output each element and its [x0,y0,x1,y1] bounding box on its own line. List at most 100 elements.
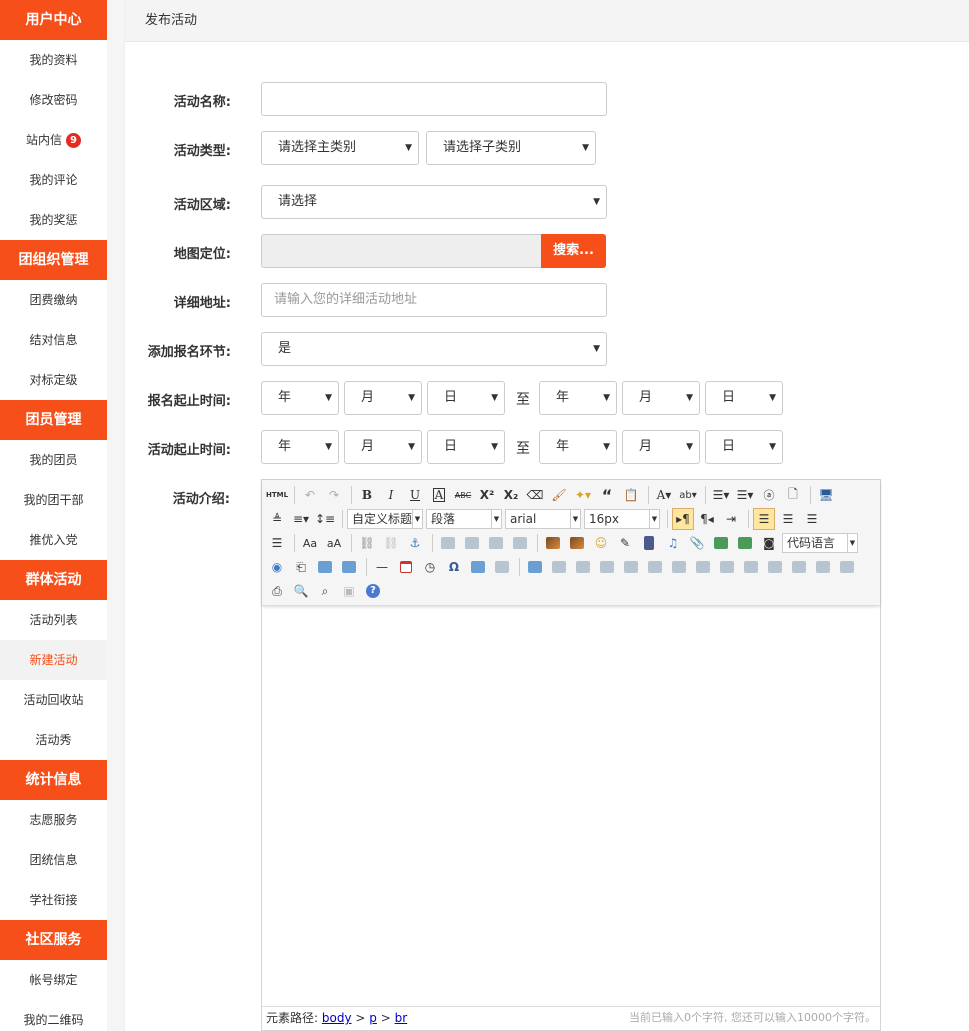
sidebar-item[interactable]: 学社衔接 [0,880,107,920]
path-br-link[interactable]: br [395,1011,408,1025]
insert-frame-icon[interactable]: ◙ [758,532,780,554]
activity-start-year-select[interactable]: 年 ▼ [261,430,339,464]
signup-start-year-select[interactable]: 年 ▼ [261,381,339,415]
select-all-icon[interactable]: ⓐ [758,484,780,506]
image-right-icon[interactable] [485,532,507,554]
link-icon[interactable]: ⛓ [356,532,378,554]
align-right-icon[interactable]: ☰ [801,508,823,530]
font-border-icon[interactable]: A [428,484,450,506]
ltr-icon[interactable]: ▸¶ [672,508,694,530]
auto-format-icon[interactable]: ✦▾ [572,484,594,506]
to-uppercase-icon[interactable]: Aa [299,532,321,554]
justify-icon[interactable]: ☰ [266,532,288,554]
row-spacing-top-icon[interactable]: ≜ [266,508,288,530]
sidebar-item[interactable]: 我的团干部 [0,480,107,520]
subscript-icon[interactable]: X₂ [500,484,522,506]
map-location-input[interactable] [261,234,543,268]
image-none-icon[interactable] [437,532,459,554]
font-size-combo[interactable]: 16px ▼ [584,509,660,529]
underline-icon[interactable]: U [404,484,426,506]
insert-table-icon[interactable] [524,556,546,578]
signup-end-year-select[interactable]: 年 ▼ [539,381,617,415]
rtl-icon[interactable]: ¶◂ [696,508,718,530]
merge-down-icon[interactable] [740,556,762,578]
main-category-select[interactable]: 请选择主类别 ▼ [261,131,419,165]
activity-end-month-select[interactable]: 月 ▼ [622,430,700,464]
emotion-icon[interactable]: ☺ [590,532,612,554]
paragraph-combo[interactable]: 段落 ▼ [426,509,502,529]
sidebar-item[interactable]: 我的团员 [0,440,107,480]
map-icon[interactable] [710,532,732,554]
search-replace-icon[interactable]: ⌕ [314,580,336,602]
sidebar-item[interactable]: 我的资料 [0,40,107,80]
google-map-icon[interactable] [734,532,756,554]
paste-text-icon[interactable]: 📋 [620,484,642,506]
preview-zoom-icon[interactable]: 🔍 [290,580,312,602]
sidebar-item[interactable]: 帐号绑定 [0,960,107,1000]
redo-icon[interactable]: ↷ [323,484,345,506]
sub-category-select[interactable]: 请选择子类别 ▼ [426,131,596,165]
merge-right-icon[interactable] [716,556,738,578]
activity-end-year-select[interactable]: 年 ▼ [539,430,617,464]
html-source-icon[interactable]: HTML [266,484,288,506]
special-chars-icon[interactable]: Ω [443,556,465,578]
undo-icon[interactable]: ↶ [299,484,321,506]
editor-content-area[interactable] [262,607,880,1006]
signup-select[interactable]: 是 ▼ [261,332,607,366]
horizontal-rule-icon[interactable]: — [371,556,393,578]
background-icon[interactable] [338,556,360,578]
font-family-combo[interactable]: arial ▼ [505,509,581,529]
activity-start-day-select[interactable]: 日 ▼ [427,430,505,464]
help-icon[interactable]: ? [362,580,384,602]
time-icon[interactable]: ◷ [419,556,441,578]
sidebar-item[interactable]: 修改密码 [0,80,107,120]
signup-end-month-select[interactable]: 月 ▼ [622,381,700,415]
anchor-icon[interactable]: ⚓ [404,532,426,554]
split-cells-icon[interactable] [764,556,786,578]
unlink-icon[interactable]: ⛓ [380,532,402,554]
superscript-icon[interactable]: X² [476,484,498,506]
align-left-icon[interactable]: ☰ [753,508,775,530]
code-language-combo[interactable]: 代码语言 ▼ [782,533,858,553]
clear-doc-icon[interactable]: 🗋 [782,484,804,506]
address-input[interactable]: 请输入您的详细活动地址 [261,283,607,317]
sidebar-item[interactable]: 志愿服务 [0,800,107,840]
sidebar-item[interactable]: 我的评论 [0,160,107,200]
strikethrough-icon[interactable]: ABC [452,484,474,506]
font-color-icon[interactable]: A▾ [653,484,675,506]
sidebar-item[interactable]: 新建活动 [0,640,107,680]
activity-name-input[interactable] [261,82,607,116]
unordered-list-icon[interactable]: ☰▾ [734,484,756,506]
to-lowercase-icon[interactable]: aA [323,532,345,554]
sidebar-item[interactable]: 活动列表 [0,600,107,640]
insert-paragraph-before-table-icon[interactable] [572,556,594,578]
sidebar-item[interactable]: 我的奖惩 [0,200,107,240]
drafts-icon[interactable]: ▣ [338,580,360,602]
delete-row-icon[interactable] [620,556,642,578]
page-break-icon[interactable]: ⎗ [290,556,312,578]
area-select[interactable]: 请选择 ▼ [261,185,607,219]
web-page-icon[interactable]: ◉ [266,556,288,578]
align-center-icon[interactable]: ☰ [777,508,799,530]
sidebar-item[interactable]: 团统信息 [0,840,107,880]
indent-icon[interactable]: ⇥ [720,508,742,530]
bold-icon[interactable]: B [356,484,378,506]
wordimage-icon[interactable] [467,556,489,578]
format-brush-icon[interactable]: 🖌 [548,484,570,506]
activity-end-day-select[interactable]: 日 ▼ [705,430,783,464]
simple-upload-icon[interactable] [542,532,564,554]
highlight-color-icon[interactable]: ab▾ [677,484,699,506]
sidebar-item[interactable]: 活动秀 [0,720,107,760]
signup-start-month-select[interactable]: 月 ▼ [344,381,422,415]
insert-video-icon[interactable] [638,532,660,554]
path-body-link[interactable]: body [322,1011,352,1025]
delete-table-icon[interactable] [548,556,570,578]
path-p-link[interactable]: p [369,1011,377,1025]
print-icon[interactable]: ⎙ [266,580,288,602]
image-left-icon[interactable] [461,532,483,554]
sidebar-item[interactable]: 推优入党 [0,520,107,560]
split-cols-icon[interactable] [812,556,834,578]
insert-row-icon[interactable] [596,556,618,578]
eraser-icon[interactable]: ⌫ [524,484,546,506]
heading-combo[interactable]: 自定义标题 ▼ [347,509,423,529]
